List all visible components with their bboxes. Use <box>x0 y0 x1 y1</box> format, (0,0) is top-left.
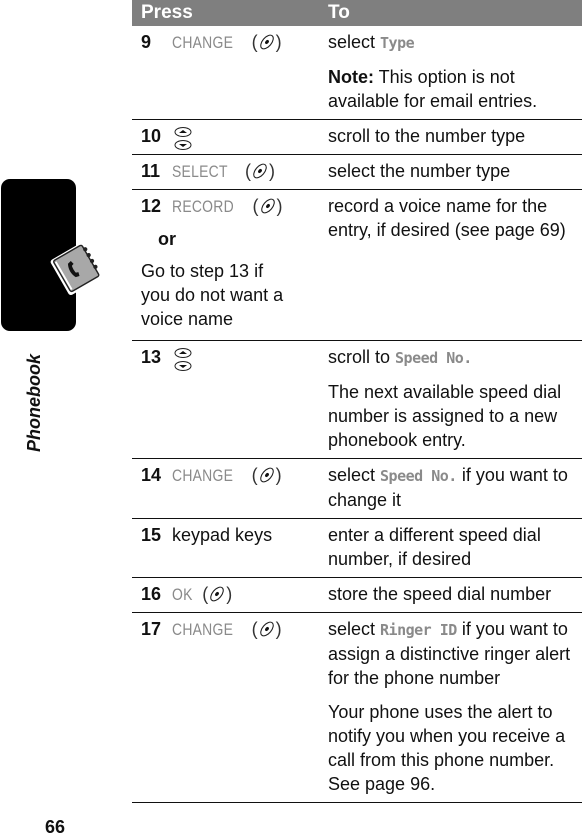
display-option: Speed No. <box>395 349 472 367</box>
table-row: 12 RECORD () or Go to step 13 if you do … <box>132 190 582 341</box>
table-header: Press To <box>132 0 582 26</box>
menu-key-icon <box>253 163 267 179</box>
page-number: 66 <box>45 817 66 837</box>
table-row: 9 CHANGE () select Type Note: This optio… <box>132 26 582 120</box>
note-label: Note: <box>328 67 374 87</box>
step-number: 14 <box>141 465 162 485</box>
table-row: 17 CHANGE () select Ringer ID if you wan… <box>132 613 582 803</box>
table-row: 11 SELECT () select the number type <box>132 155 582 190</box>
softkey-label: CHANGE <box>172 466 234 485</box>
display-option: Speed No. <box>380 467 457 485</box>
menu-key-icon <box>260 198 275 214</box>
menu-key-icon <box>210 586 224 602</box>
table-row: 10 scroll to the number type <box>132 120 582 155</box>
softkey-label: SELECT <box>172 162 228 181</box>
step-number: 12 <box>141 196 162 216</box>
step-number: 17 <box>141 619 162 639</box>
softkey-label: CHANGE <box>172 33 234 52</box>
step-number: 11 <box>141 161 161 181</box>
softkey-label: CHANGE <box>172 620 234 639</box>
display-option: Ringer ID <box>380 621 457 639</box>
table-row: 15 keypad keys enter a different speed d… <box>132 519 582 578</box>
section-label: Phonebook <box>24 354 44 452</box>
step-number: 15 <box>141 525 162 545</box>
scroll-key-icon <box>174 348 192 371</box>
section-tab <box>1 179 103 331</box>
menu-key-icon <box>259 34 274 50</box>
menu-key-icon <box>259 621 274 637</box>
phonebook-icon <box>50 242 103 296</box>
step-number: 10 <box>141 126 162 146</box>
or-label: or <box>158 229 176 249</box>
alternative-instruction: Go to step 13 if you do not want a voice… <box>141 261 284 329</box>
table-row: 16 OK () store the speed dial number <box>132 578 582 613</box>
keypad-keys-label: keypad keys <box>172 525 273 545</box>
scroll-key-icon <box>174 127 192 150</box>
column-header-to: To <box>328 2 350 23</box>
column-header-press: Press <box>141 2 193 23</box>
table-row: 13 scroll to Speed No. The next availabl… <box>132 341 582 459</box>
menu-key-icon <box>259 467 274 483</box>
softkey-label: OK <box>172 585 193 604</box>
table-row: 14 CHANGE () select Speed No. if you wan… <box>132 459 582 519</box>
instruction-table: Press To 9 CHANGE () select Type Note: T… <box>132 0 582 803</box>
step-number: 9 <box>141 32 152 52</box>
softkey-label: RECORD <box>172 197 234 216</box>
display-option: Type <box>380 34 415 52</box>
step-number: 13 <box>141 347 162 367</box>
step-number: 16 <box>141 584 162 604</box>
